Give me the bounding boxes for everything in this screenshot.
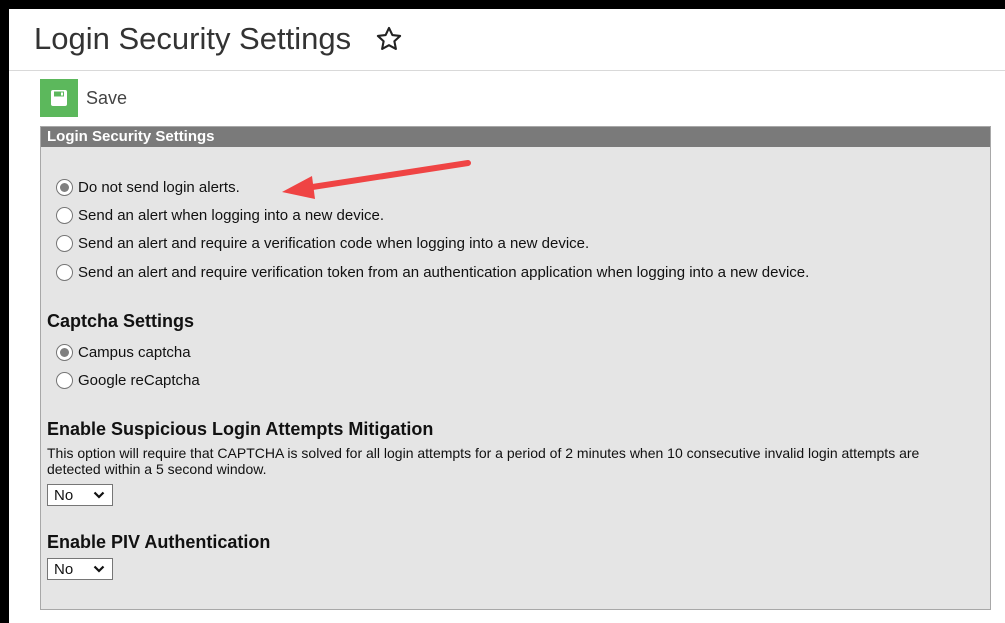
mitigation-heading: Enable Suspicious Login Attempts Mitigat… bbox=[47, 419, 434, 439]
radio-button[interactable] bbox=[56, 179, 73, 196]
chevron-down-icon bbox=[93, 491, 105, 499]
toolbar: Save bbox=[40, 79, 127, 119]
chevron-down-icon bbox=[93, 565, 105, 573]
radio-option-campus-captcha[interactable]: Campus captcha bbox=[56, 344, 191, 361]
radio-label: Campus captcha bbox=[78, 344, 191, 361]
save-label: Save bbox=[86, 87, 128, 108]
radio-button[interactable] bbox=[56, 207, 73, 224]
radio-option-google-recaptcha[interactable]: Google reCaptcha bbox=[56, 372, 200, 389]
radio-option-verification-code[interactable]: Send an alert and require a verification… bbox=[56, 235, 589, 252]
piv-heading: Enable PIV Authentication bbox=[47, 532, 271, 552]
save-button[interactable]: Save bbox=[40, 79, 127, 117]
radio-button[interactable] bbox=[56, 264, 73, 281]
save-icon bbox=[40, 79, 78, 117]
page-title: Login Security Settings bbox=[34, 21, 352, 56]
captcha-settings-heading: Captcha Settings bbox=[47, 311, 195, 331]
radio-option-no-alerts[interactable]: Do not send login alerts. bbox=[56, 179, 240, 196]
screen: Login Security Settings Save Login Secur… bbox=[9, 9, 1005, 623]
radio-button[interactable] bbox=[56, 344, 73, 361]
panel-header: Login Security Settings bbox=[41, 127, 990, 147]
radio-option-auth-token[interactable]: Send an alert and require verification t… bbox=[56, 264, 809, 281]
annotation-arrow-icon bbox=[282, 160, 471, 199]
piv-select[interactable]: No bbox=[47, 558, 113, 580]
radio-label: Do not send login alerts. bbox=[78, 179, 240, 196]
page-header: Login Security Settings bbox=[9, 9, 1005, 71]
mitigation-description: This option will require that CAPTCHA is… bbox=[47, 445, 920, 477]
star-icon[interactable] bbox=[375, 25, 403, 53]
radio-button[interactable] bbox=[56, 235, 73, 252]
radio-label: Send an alert and require verification t… bbox=[78, 264, 810, 281]
radio-button[interactable] bbox=[56, 372, 73, 389]
select-value: No bbox=[54, 560, 74, 578]
radio-label: Google reCaptcha bbox=[78, 372, 200, 389]
radio-label: Send an alert when logging into a new de… bbox=[78, 207, 385, 224]
mitigation-select[interactable]: No bbox=[47, 484, 113, 506]
radio-option-alert-new-device[interactable]: Send an alert when logging into a new de… bbox=[56, 207, 384, 224]
select-value: No bbox=[54, 486, 74, 504]
radio-label: Send an alert and require a verification… bbox=[78, 235, 590, 252]
login-security-panel: Login Security Settings Do not send logi… bbox=[40, 126, 991, 610]
